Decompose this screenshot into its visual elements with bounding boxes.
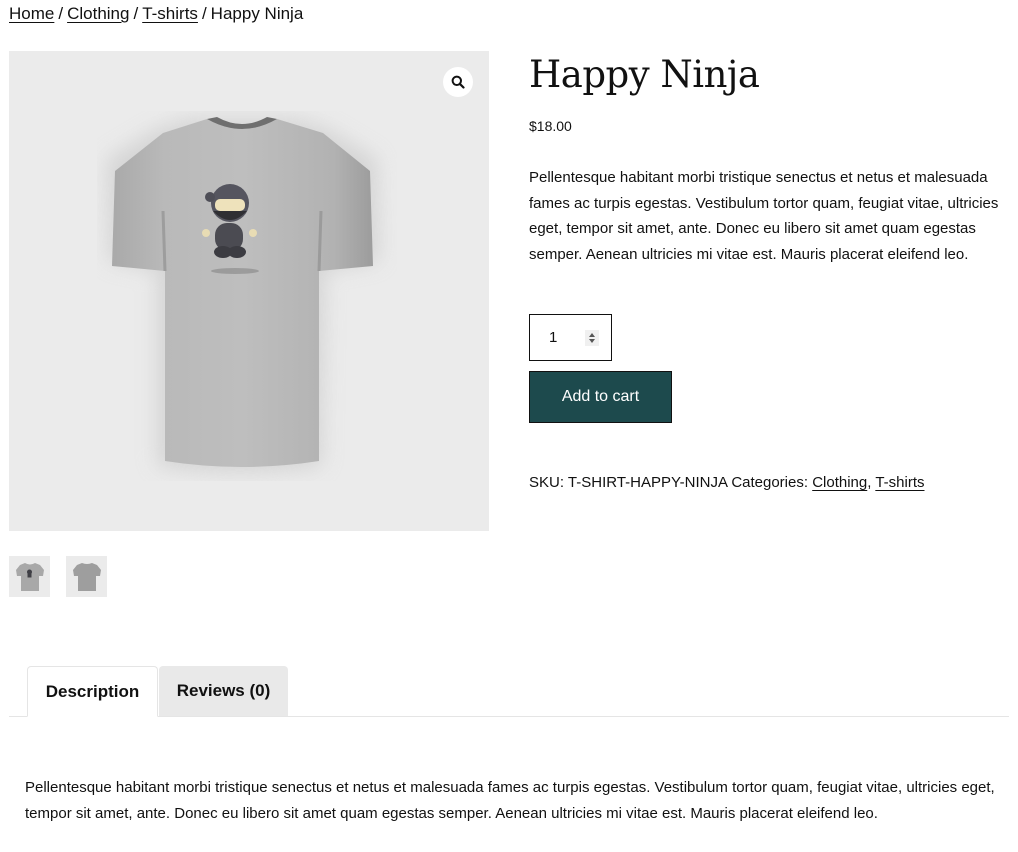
thumbnail-front[interactable] (9, 556, 50, 597)
breadcrumb-clothing[interactable]: Clothing (67, 4, 129, 23)
quantity-spinner[interactable] (585, 329, 599, 346)
breadcrumb-current: Happy Ninja (210, 4, 304, 23)
breadcrumb-home[interactable]: Home (9, 4, 54, 23)
tab-reviews[interactable]: Reviews (0) (159, 666, 288, 716)
product-title: Happy Ninja (529, 53, 760, 96)
product-gallery[interactable] (9, 51, 489, 531)
product-main-image[interactable] (97, 111, 397, 481)
zoom-button[interactable] (443, 67, 473, 97)
breadcrumb-separator: / (133, 4, 139, 23)
spinner-down-icon[interactable] (589, 338, 595, 343)
tshirt-image (107, 117, 379, 473)
magnifier-icon (451, 75, 465, 89)
spinner-up-icon[interactable] (589, 332, 595, 337)
description-panel-text: Pellentesque habitant morbi tristique se… (25, 779, 995, 822)
tab-description[interactable]: Description (27, 666, 158, 717)
add-to-cart-button[interactable]: Add to cart (529, 371, 672, 423)
product-price: $18.00 (529, 118, 572, 134)
breadcrumb-separator: / (201, 4, 207, 23)
sku-label: SKU: (529, 474, 565, 491)
product-meta: SKU: T-SHIRT-HAPPY-NINJA Categories: Clo… (529, 474, 925, 491)
product-tabs: Description Reviews (0) (9, 666, 1009, 717)
product-short-description: Pellentesque habitant morbi tristique se… (529, 169, 999, 263)
breadcrumb-tshirts[interactable]: T-shirts (142, 4, 198, 23)
tshirt-back-thumbnail-icon (72, 562, 101, 591)
categories-label: Categories: (731, 474, 809, 491)
sku-value: T-SHIRT-HAPPY-NINJA (567, 474, 728, 491)
category-link-clothing[interactable]: Clothing (812, 474, 867, 491)
thumbnail-back[interactable] (66, 556, 107, 597)
tshirt-front-thumbnail-icon (15, 562, 44, 591)
product-summary: Happy Ninja $18.00 Pellentesque habitant… (529, 52, 1009, 491)
category-separator: , (867, 474, 872, 491)
quantity-stepper[interactable] (529, 314, 612, 361)
breadcrumb: Home / Clothing / T-shirts / Happy Ninja (9, 2, 303, 26)
quantity-input[interactable] (547, 328, 581, 347)
breadcrumb-separator: / (58, 4, 64, 23)
category-link-tshirts[interactable]: T-shirts (875, 474, 924, 491)
thumbnail-list (9, 556, 107, 597)
